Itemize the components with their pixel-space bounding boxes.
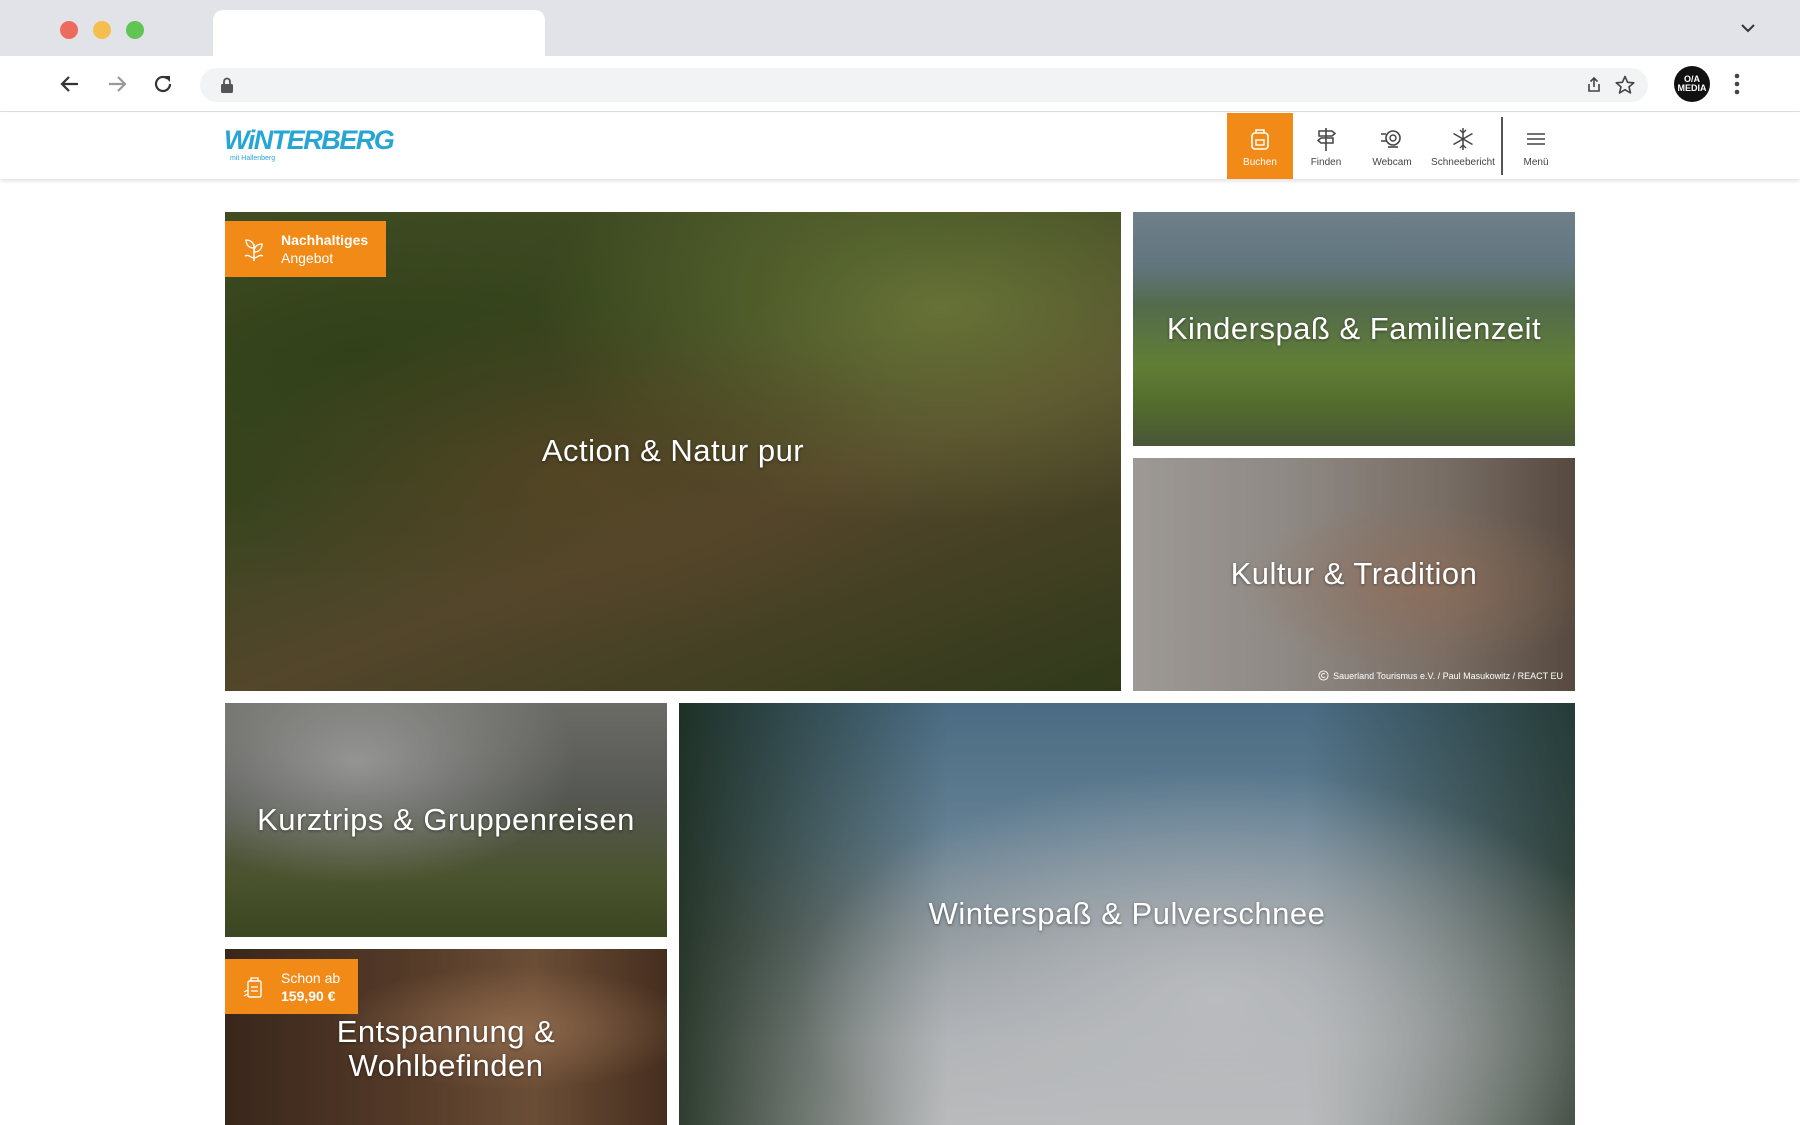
tile-kurztrips[interactable]: Kurztrips & Gruppenreisen — [225, 703, 667, 937]
tile-title: Action & Natur pur — [541, 433, 805, 469]
forward-button[interactable] — [103, 70, 131, 98]
tile-entspannung[interactable]: Schon ab 159,90 € Entspannung & Wohlbefin… — [225, 949, 667, 1125]
tile-title: Entspannung & Wohlbefinden — [336, 1013, 556, 1083]
nav-label: Schneebericht — [1431, 156, 1495, 168]
star-icon[interactable] — [1614, 74, 1636, 96]
nav-schneebericht[interactable]: Schneebericht — [1425, 113, 1501, 179]
signpost-icon — [1316, 127, 1337, 151]
profile-label: O/A MEDIA — [1677, 74, 1707, 93]
reload-button[interactable] — [149, 70, 177, 98]
gift-voucher-icon — [243, 976, 262, 998]
nav-label: Finden — [1310, 156, 1342, 168]
badge-line2: Angebot — [281, 250, 334, 266]
logo-text: WiNTERBERG — [224, 125, 395, 155]
tile-action-natur[interactable]: Nachhaltiges Angebot Action & Natur pur — [225, 212, 1121, 691]
badge-line2: 159,90 € — [281, 987, 336, 1004]
tile-title: Kinderspaß & Familienzeit — [1166, 310, 1542, 346]
nav-label: Menü — [1523, 156, 1549, 168]
tile-title: Winterspaß & Pulverschnee — [928, 895, 1326, 931]
nav-finden[interactable]: Finden — [1293, 113, 1359, 179]
arrow-right-icon — [109, 76, 127, 92]
nav-label: Buchen — [1243, 156, 1277, 168]
tile-title-line1: Entspannung & — [336, 1013, 556, 1049]
tile-title-line2: Wohlbefinden — [348, 1048, 544, 1083]
winterberg-logo[interactable]: WiNTERBERG mit Hallenberg — [224, 125, 395, 169]
price-badge: Schon ab 159,90 € — [225, 959, 359, 1014]
site-header: WiNTERBERG mit Hallenberg Buchen Finden … — [0, 113, 1800, 179]
url-bar[interactable] — [200, 68, 1648, 102]
more-vert-icon[interactable] — [1727, 70, 1747, 98]
webcam-icon — [1381, 129, 1401, 148]
back-button[interactable] — [56, 70, 84, 98]
share-icon[interactable] — [1584, 75, 1604, 95]
close-window-button[interactable] — [60, 21, 78, 39]
nav-buchen[interactable]: Buchen — [1227, 113, 1293, 179]
tile-kultur-tradition[interactable]: Kultur & Tradition Sauerland Tourismus e… — [1133, 458, 1575, 691]
nav-webcam[interactable]: Webcam — [1359, 113, 1425, 179]
copyright-icon — [1318, 670, 1329, 681]
browser-tab[interactable] — [213, 10, 545, 56]
leaf-plant-icon — [244, 239, 264, 261]
browser-tab-bar — [0, 0, 1800, 56]
snowflake-icon — [1453, 127, 1473, 150]
profile-avatar[interactable]: O/A MEDIA — [1674, 66, 1710, 102]
nav-label: Webcam — [1372, 156, 1412, 168]
minimize-window-button[interactable] — [93, 21, 111, 39]
logo-subtitle: mit Hallenberg — [230, 155, 276, 162]
tile-title: Kurztrips & Gruppenreisen — [257, 801, 635, 837]
maximize-window-button[interactable] — [126, 21, 144, 39]
tile-winterspass[interactable]: Winterspaß & Pulverschnee — [679, 703, 1575, 1125]
nav-menu[interactable]: Menü — [1503, 113, 1569, 179]
badge-line1: Schon ab — [281, 969, 341, 986]
browser-toolbar: O/A MEDIA — [0, 56, 1800, 112]
tile-title: Kultur & Tradition — [1230, 556, 1478, 592]
chevron-down-icon[interactable] — [1738, 18, 1758, 38]
credit-text: Sauerland Tourismus e.V. / Paul Masukowi… — [1333, 670, 1563, 681]
header-nav: Buchen Finden Webcam Schneebericht Menü — [1227, 113, 1569, 179]
hamburger-menu-icon — [1527, 132, 1545, 145]
backpack-icon — [1251, 128, 1269, 150]
badge-line1: Nachhaltiges — [281, 232, 369, 248]
lock-icon — [221, 77, 233, 93]
sustainable-badge: Nachhaltiges Angebot — [225, 221, 387, 277]
photo-credit: Sauerland Tourismus e.V. / Paul Masukowi… — [1318, 670, 1563, 681]
arrow-left-icon — [60, 76, 78, 92]
reload-icon — [154, 75, 172, 93]
tile-kinderspass[interactable]: Kinderspaß & Familienzeit — [1133, 212, 1575, 446]
